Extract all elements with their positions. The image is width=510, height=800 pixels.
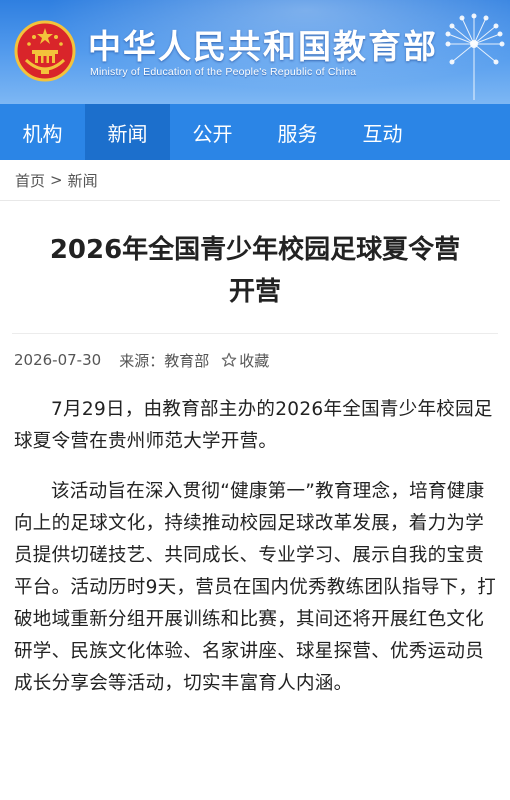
breadcrumb-separator: >: [50, 171, 63, 189]
breadcrumb-home-link[interactable]: 首页: [15, 170, 45, 191]
site-subtitle: Ministry of Education of the People's Re…: [90, 66, 357, 78]
favorite-label: 收藏: [239, 351, 270, 370]
article-source: 来源：教育部: [119, 351, 210, 370]
breadcrumb-current[interactable]: 新闻: [68, 170, 98, 191]
main-nav: 机构 新闻 公开 服务 互动: [0, 104, 510, 160]
nav-item-institutions[interactable]: 机构: [0, 104, 85, 160]
nav-item-news[interactable]: 新闻: [85, 104, 170, 160]
article-date: 2026-07-30: [14, 351, 102, 369]
article-title: 2026年全国青少年校园足球夏令营开营: [12, 201, 498, 334]
nav-item-public[interactable]: 公开: [170, 104, 255, 160]
article-body: 7月29日，由教育部主办的2026年全国青少年校园足球夏令营在贵州师范大学开营。…: [0, 386, 510, 700]
dandelion-decoration-icon: [445, 13, 505, 100]
article-meta: 2026-07-30 来源：教育部 收藏: [0, 334, 510, 386]
national-emblem-icon[interactable]: [14, 20, 76, 82]
site-title: 中华人民共和国教育部: [88, 27, 438, 66]
site-header: 中华人民共和国教育部 Ministry of Education of the …: [0, 0, 510, 104]
article-paragraph: 该活动旨在深入贯彻“健康第一”教育理念，培育健康向上的足球文化，持续推动校园足球…: [14, 481, 497, 694]
nav-item-interaction[interactable]: 互动: [340, 104, 425, 160]
nav-item-services[interactable]: 服务: [255, 104, 340, 160]
favorite-button[interactable]: 收藏: [221, 350, 269, 371]
star-outline-icon: [221, 352, 237, 367]
breadcrumb: 首页 > 新闻: [0, 160, 500, 201]
article-paragraph: 7月29日，由教育部主办的2026年全国青少年校园足球夏令营在贵州师范大学开营。: [14, 399, 493, 452]
